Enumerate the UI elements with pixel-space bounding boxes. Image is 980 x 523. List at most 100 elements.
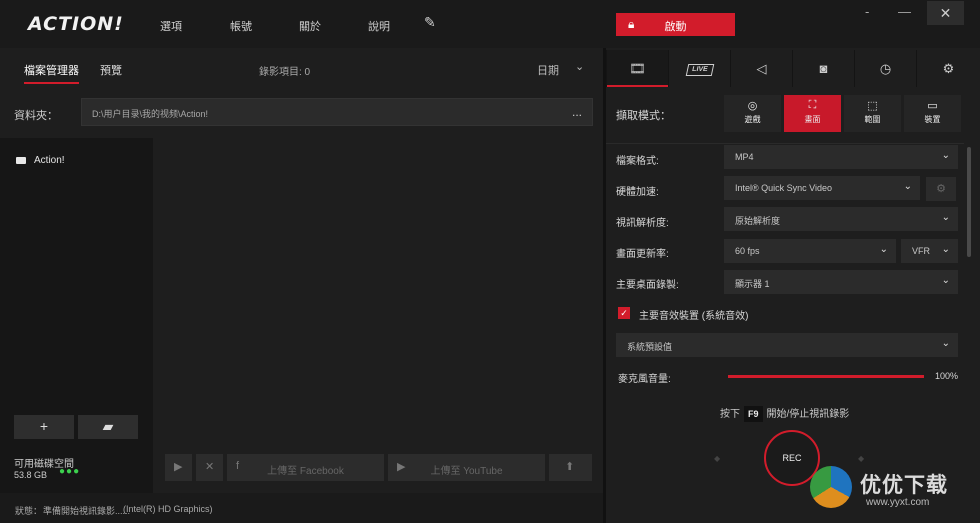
speaker-icon: ◁ <box>756 61 767 76</box>
video-tab-icon: 🎞︎ <box>629 61 646 76</box>
gear-icon: ⚙ <box>942 61 955 76</box>
resolution-select[interactable]: 原始解析度 ⌄ <box>724 207 958 231</box>
menu-about[interactable]: 關於 <box>299 18 321 34</box>
recording-count: 錄影項目: 0 <box>259 67 311 78</box>
open-folder-button[interactable]: ▰ <box>78 415 138 439</box>
minimize-button[interactable]: — <box>898 4 911 19</box>
menu-options[interactable]: 選項 <box>160 18 182 34</box>
menu-account[interactable]: 帳號 <box>230 18 252 34</box>
live-tab-icon: LIVE <box>685 64 714 76</box>
delete-button[interactable]: ✕ <box>196 454 223 481</box>
upload-youtube-button[interactable]: ▶ 上傳至 YouTube <box>388 454 545 481</box>
camera-tab[interactable]: ◙ <box>792 50 854 87</box>
settings-scrollbar[interactable] <box>967 147 971 257</box>
hw-accel-label: 硬體加速: <box>616 187 659 198</box>
desktop-label: 主要桌面錄製: <box>616 280 679 291</box>
audio-device-select[interactable]: 系統預設值 ⌄ <box>616 333 958 357</box>
chevron-down-icon: ⌄ <box>879 244 888 255</box>
framerate-label: 畫面更新率: <box>616 249 669 260</box>
watermark-logo <box>810 466 852 508</box>
status-text: 準備開始視訊錄影...... <box>43 506 131 516</box>
folder-tree: Action! <box>0 138 153 493</box>
app-logo: ACTION! <box>28 13 124 35</box>
chevron-down-icon: ⌄ <box>941 275 950 286</box>
hw-accel-settings-button[interactable]: ⚙ <box>926 177 956 201</box>
status-bar: 狀態： 準備開始視訊錄影...... (Intel(R) HD Graphics… <box>0 493 603 523</box>
close-button[interactable]: ✕ <box>927 1 964 25</box>
capture-mode-region-label: 範圍 <box>864 115 881 124</box>
resolution-value: 原始解析度 <box>735 216 781 226</box>
add-folder-button[interactable]: + <box>14 415 74 439</box>
desktop-value: 顯示器 1 <box>735 279 770 289</box>
recordings-gallery <box>153 138 603 493</box>
framerate-select[interactable]: 60 fps ⌄ <box>724 239 896 263</box>
tree-item-action[interactable]: Action! <box>16 155 65 166</box>
chevron-down-icon[interactable]: ⌄ <box>575 60 584 73</box>
tab-preview[interactable]: 預覽 <box>100 62 122 78</box>
right-tab-bar: 🎞︎ LIVE ◁ ◙ ◷ ⚙ <box>606 50 980 87</box>
file-format-value: MP4 <box>735 152 754 162</box>
mic-volume-slider[interactable] <box>728 375 924 378</box>
folder-path-field[interactable]: D:\用户目录\我的视频\Action! ... <box>81 98 593 126</box>
capture-mode-region[interactable]: ⬚ 範圍 <box>844 95 901 132</box>
activate-button[interactable]: 🔒︎ 啟動 <box>616 13 735 36</box>
timer-icon: ◷ <box>879 61 892 76</box>
left-tab-bar: 檔案管理器 預覽 錄影項目: 0 日期 ⌄ <box>0 50 603 88</box>
capture-mode-screen-label: 畫面 <box>804 115 821 124</box>
play-icon: ▶ <box>174 461 183 473</box>
chevron-down-icon: ⌄ <box>903 181 912 192</box>
live-tab[interactable]: LIVE <box>668 50 730 87</box>
chevron-down-icon: ⌄ <box>941 338 950 349</box>
watermark-url: www.yyxt.com <box>866 497 930 508</box>
chevron-down-icon: ⌄ <box>941 150 950 161</box>
capture-mode-device-label: 裝置 <box>924 115 941 124</box>
upload-facebook-button[interactable]: f 上傳至 Facebook <box>227 454 384 481</box>
desktop-select[interactable]: 顯示器 1 ⌄ <box>724 270 958 294</box>
tab-file-manager[interactable]: 檔案管理器 <box>24 62 79 84</box>
capture-mode-game-label: 遊戲 <box>744 115 761 124</box>
hotkey-hint: 按下 F9 開始/停止視訊錄影 <box>720 405 849 422</box>
capture-mode-game[interactable]: ◎ 遊戲 <box>724 95 781 132</box>
tree-item-label: Action! <box>34 155 65 166</box>
folder-path-value: D:\用户目录\我的视频\Action! <box>92 109 209 119</box>
folder-row: 資料夾： D:\用户目录\我的视频\Action! ... <box>0 94 603 132</box>
status-label: 狀態： <box>15 506 43 516</box>
audio-device-checkbox[interactable]: ✓ <box>618 307 630 319</box>
disk-status-indicator: ●●● <box>59 466 81 477</box>
hotkey-suffix: 開始/停止視訊錄影 <box>766 409 850 420</box>
disk-space-value: 53.8 GB <box>14 470 48 480</box>
folder-label: 資料夾： <box>14 110 58 122</box>
mic-volume-value: 100% <box>935 371 959 381</box>
mic-volume-label: 麥克風音量: <box>618 374 671 385</box>
fullscreen-icon: ⛶ <box>808 99 817 111</box>
play-button[interactable]: ▶ <box>165 454 192 481</box>
upload-button[interactable]: ⬆ <box>549 454 592 481</box>
browse-folder-button[interactable]: ... <box>572 105 582 119</box>
sort-dropdown[interactable]: 日期 <box>537 62 559 78</box>
chevron-down-icon: ⌄ <box>941 212 950 223</box>
minimize-small-button[interactable]: - <box>865 4 869 19</box>
audio-tab[interactable]: ◁ <box>730 50 792 87</box>
settings-tab[interactable]: ⚙ <box>916 50 980 87</box>
folder-open-icon: ▰ <box>102 418 114 434</box>
gear-icon: ⚙ <box>936 183 946 195</box>
gamepad-icon: ◎ <box>747 100 758 112</box>
activate-label: 啟動 <box>664 21 687 33</box>
capture-mode-screen[interactable]: ⛶ 畫面 <box>784 95 841 132</box>
prev-indicator: ◆ <box>714 454 721 463</box>
audio-device-value: 系統預設值 <box>627 342 673 352</box>
capture-mode-device[interactable]: ▭ 裝置 <box>904 95 961 132</box>
pen-icon[interactable]: ✎ <box>424 14 436 31</box>
file-format-select[interactable]: MP4 ⌄ <box>724 145 958 169</box>
camera-icon: ◙ <box>819 61 828 76</box>
framerate-mode-select[interactable]: VFR ⌄ <box>901 239 958 263</box>
hw-accel-select[interactable]: Intel® Quick Sync Video ⌄ <box>724 176 920 200</box>
file-format-label: 檔案格式: <box>616 156 659 167</box>
menu-help[interactable]: 說明 <box>368 18 390 34</box>
title-bar: ACTION! 選項 帳號 關於 說明 ✎ 🔒︎ 啟動 - — ✕ <box>0 0 980 48</box>
hw-accel-value: Intel® Quick Sync Video <box>735 183 833 193</box>
next-indicator: ◆ <box>858 454 865 463</box>
chevron-down-icon: ⌄ <box>941 244 950 255</box>
timer-tab[interactable]: ◷ <box>854 50 916 87</box>
video-tab[interactable]: 🎞︎ <box>606 50 668 87</box>
